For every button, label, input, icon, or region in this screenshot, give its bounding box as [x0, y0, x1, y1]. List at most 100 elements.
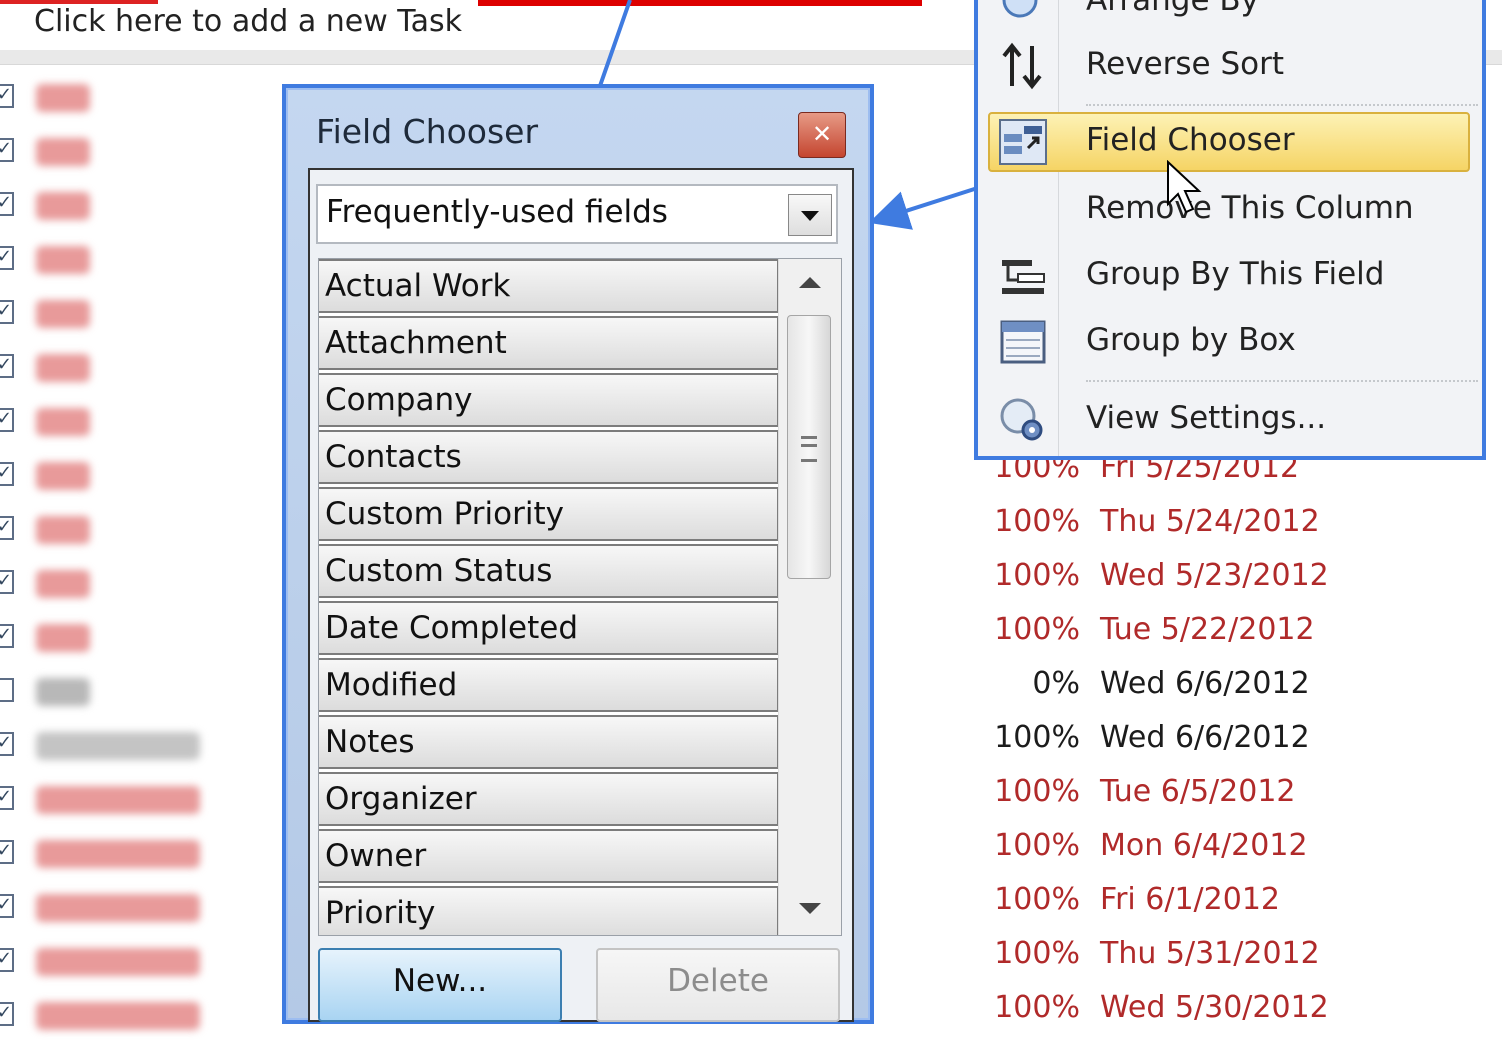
field-item[interactable]: Contacts: [319, 430, 779, 484]
percent-complete: 100%: [994, 504, 1080, 539]
field-item[interactable]: Notes: [319, 715, 779, 769]
checkbox[interactable]: ✓: [0, 354, 14, 378]
table-row[interactable]: 100% Fri 6/1/2012: [990, 882, 1450, 936]
menu-item-reverse-sort[interactable]: Reverse Sort: [978, 36, 1482, 96]
checkbox[interactable]: ✓: [0, 192, 14, 216]
field-item[interactable]: Organizer: [319, 772, 779, 826]
red-accent-bar: [478, 0, 922, 6]
checkbox[interactable]: [0, 678, 14, 702]
menu-item-group-by-box[interactable]: Group by Box: [978, 312, 1482, 372]
table-row[interactable]: ✓: [0, 340, 280, 394]
field-list-scrollbar[interactable]: [778, 259, 841, 935]
table-row[interactable]: ✓: [0, 934, 280, 988]
field-item[interactable]: Modified: [319, 658, 779, 712]
checkbox[interactable]: ✓: [0, 948, 14, 972]
checkbox[interactable]: ✓: [0, 624, 14, 648]
menu-item-view-settings[interactable]: View Settings...: [978, 390, 1482, 450]
checkbox[interactable]: ✓: [0, 84, 14, 108]
redacted-subject: [36, 246, 90, 274]
redacted-subject: [36, 516, 90, 544]
close-icon[interactable]: ✕: [798, 112, 846, 158]
chevron-down-icon[interactable]: [788, 194, 832, 236]
table-row[interactable]: ✓: [0, 988, 280, 1042]
mouse-pointer-icon: [1167, 160, 1202, 214]
field-chooser-dialog[interactable]: Field Chooser ✕ Frequently-used fields A…: [282, 84, 874, 1024]
table-row[interactable]: ✓: [0, 124, 280, 178]
menu-item-group-by-field[interactable]: Group By This Field: [978, 246, 1482, 306]
checkbox[interactable]: ✓: [0, 462, 14, 486]
table-row[interactable]: 0% Wed 6/6/2012: [990, 666, 1450, 720]
menu-item-label: Field Chooser: [1086, 122, 1295, 158]
scroll-thumb[interactable]: [787, 315, 831, 579]
checkbox[interactable]: ✓: [0, 894, 14, 918]
checkbox[interactable]: ✓: [0, 246, 14, 270]
table-row[interactable]: 100% Wed 5/23/2012: [990, 558, 1450, 612]
field-item[interactable]: Company: [319, 373, 779, 427]
percent-complete: 100%: [994, 936, 1080, 971]
table-row[interactable]: [0, 664, 280, 718]
scroll-up-icon[interactable]: [799, 277, 821, 288]
scroll-down-icon[interactable]: [799, 903, 821, 914]
view-settings-icon: [1000, 398, 1043, 441]
table-row[interactable]: ✓: [0, 880, 280, 934]
group-by-field-icon: [1002, 260, 1045, 294]
table-row[interactable]: ✓: [0, 448, 280, 502]
field-item[interactable]: Attachment: [319, 316, 779, 370]
new-field-button[interactable]: New...: [318, 948, 562, 1022]
table-row[interactable]: ✓: [0, 232, 280, 286]
table-row[interactable]: 100% Tue 6/5/2012: [990, 774, 1450, 828]
table-row[interactable]: 100% Wed 6/6/2012: [990, 720, 1450, 774]
table-row[interactable]: 100% Thu 5/24/2012: [990, 504, 1450, 558]
menu-item-arrange-by[interactable]: Arrange By ▶: [978, 0, 1482, 32]
table-row[interactable]: ✓: [0, 718, 280, 772]
field-list[interactable]: Actual Work Attachment Company Contacts …: [318, 258, 842, 936]
new-task-prompt[interactable]: Click here to add a new Task: [34, 4, 462, 39]
redacted-subject: [36, 570, 90, 598]
percent-complete: 100%: [994, 558, 1080, 593]
checkbox[interactable]: ✓: [0, 138, 14, 162]
table-row[interactable]: ✓: [0, 610, 280, 664]
checkbox[interactable]: ✓: [0, 732, 14, 756]
percent-complete: 100%: [994, 828, 1080, 863]
checkbox[interactable]: ✓: [0, 300, 14, 324]
redacted-subject: [36, 1002, 200, 1030]
table-row[interactable]: ✓: [0, 826, 280, 880]
redacted-subject: [36, 84, 90, 112]
field-item[interactable]: Custom Status: [319, 544, 779, 598]
redacted-subject: [36, 408, 90, 436]
redacted-subject: [36, 462, 90, 490]
table-row[interactable]: ✓: [0, 394, 280, 448]
checkbox[interactable]: ✓: [0, 408, 14, 432]
menu-separator: [1086, 380, 1478, 382]
field-category-select[interactable]: Frequently-used fields: [316, 184, 838, 244]
checkbox[interactable]: ✓: [0, 786, 14, 810]
due-date: Thu 5/24/2012: [1100, 504, 1320, 539]
table-row[interactable]: ✓: [0, 70, 280, 124]
new-task-row[interactable]: Click here to add a new Task: [0, 0, 980, 50]
menu-item-remove-column[interactable]: Remove This Column: [978, 180, 1482, 240]
table-row[interactable]: ✓: [0, 178, 280, 232]
menu-item-field-chooser[interactable]: Field Chooser: [988, 112, 1470, 172]
table-row[interactable]: ✓: [0, 286, 280, 340]
field-item[interactable]: Actual Work: [319, 259, 779, 313]
table-row[interactable]: 100% Tue 5/22/2012: [990, 612, 1450, 666]
menu-item-label: Reverse Sort: [1086, 46, 1285, 82]
table-row[interactable]: ✓: [0, 772, 280, 826]
field-item[interactable]: Custom Priority: [319, 487, 779, 541]
table-row[interactable]: 100% Wed 5/30/2012: [990, 990, 1450, 1044]
field-item[interactable]: Owner: [319, 829, 779, 883]
checkbox[interactable]: ✓: [0, 840, 14, 864]
checkbox[interactable]: ✓: [0, 516, 14, 540]
dialog-body: Frequently-used fields Actual Work Attac…: [308, 168, 854, 1022]
redacted-subject: [36, 354, 90, 382]
delete-field-button[interactable]: Delete: [596, 948, 840, 1022]
field-item[interactable]: Priority: [319, 886, 779, 935]
field-item[interactable]: Date Completed: [319, 601, 779, 655]
table-row[interactable]: ✓: [0, 502, 280, 556]
percent-complete: 100%: [994, 720, 1080, 755]
table-row[interactable]: ✓: [0, 556, 280, 610]
table-row[interactable]: 100% Thu 5/31/2012: [990, 936, 1450, 990]
table-row[interactable]: 100% Mon 6/4/2012: [990, 828, 1450, 882]
checkbox[interactable]: ✓: [0, 570, 14, 594]
column-context-menu[interactable]: Arrange By ▶ Reverse Sort Field Chooser …: [974, 0, 1486, 460]
